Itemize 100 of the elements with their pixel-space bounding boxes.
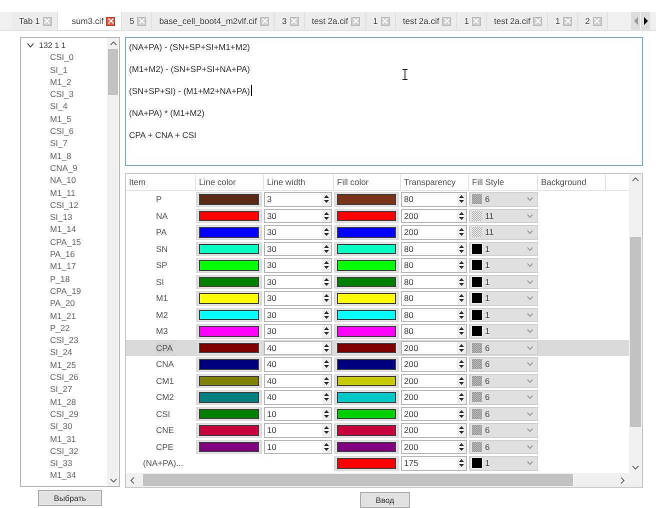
scroll-down-icon[interactable] (110, 478, 116, 483)
tree-item[interactable]: CSI_26 (21, 371, 107, 384)
tree-item[interactable]: M1_5 (21, 112, 107, 126)
fill-style-dropdown[interactable]: 1 (469, 308, 538, 322)
color-cell[interactable] (334, 242, 399, 256)
tree-item[interactable]: SI_27 (21, 383, 107, 396)
spin-field[interactable]: 40 (264, 374, 332, 388)
spinner-icon[interactable] (322, 391, 331, 404)
spin-field[interactable]: 40 (264, 390, 332, 404)
document-tab[interactable]: 1 (366, 12, 396, 30)
tree-item[interactable]: SI_33 (21, 457, 107, 470)
tree-item[interactable]: M1_21 (21, 310, 107, 322)
fill-style-dropdown[interactable]: 1 (469, 242, 538, 256)
spinner-icon[interactable] (457, 424, 466, 436)
spinner-icon[interactable] (457, 193, 466, 206)
tree-item[interactable]: SI_13 (21, 211, 107, 224)
column-header[interactable]: Transparency (401, 174, 469, 190)
tree-item[interactable]: M1_17 (21, 260, 107, 273)
table-row[interactable]: CNA 40 200 6 (126, 356, 629, 372)
spin-field[interactable]: 200 (401, 390, 467, 404)
spin-field[interactable]: 3 (264, 192, 332, 206)
table-row[interactable]: SN 30 80 1 (126, 240, 629, 257)
scrollbar[interactable] (126, 473, 629, 487)
column-header[interactable]: Line width (264, 174, 334, 190)
select-button[interactable]: Выбрать (38, 490, 102, 506)
spin-field[interactable]: 40 (264, 340, 332, 355)
color-cell[interactable] (334, 258, 399, 272)
tree-item[interactable]: SI_4 (21, 100, 107, 113)
table-row[interactable]: CNE 10 200 6 (126, 422, 629, 438)
table-row[interactable]: M2 30 80 1 (126, 306, 629, 323)
table-row[interactable]: P 3 80 6 (126, 191, 629, 208)
tree-item[interactable]: M1_25 (21, 358, 107, 372)
spin-field[interactable]: 30 (264, 324, 332, 338)
table-row[interactable]: CM1 40 200 6 (126, 372, 629, 389)
table-row[interactable]: M1 30 80 1 (126, 290, 629, 306)
spin-field[interactable]: 200 (401, 374, 467, 388)
spin-field[interactable]: 10 (264, 440, 332, 454)
color-cell[interactable] (334, 274, 399, 289)
color-cell[interactable] (196, 242, 262, 256)
tree-item[interactable]: CSI_29 (21, 408, 107, 420)
scrollbar[interactable] (107, 38, 119, 486)
spinner-icon[interactable] (457, 391, 466, 404)
spinner-icon[interactable] (457, 358, 466, 370)
spinner-icon[interactable] (457, 242, 466, 255)
table-row[interactable]: PA 30 200 11 (126, 224, 629, 240)
color-cell[interactable] (196, 291, 262, 306)
color-cell[interactable] (334, 390, 399, 404)
fill-style-dropdown[interactable]: 6 (469, 374, 538, 388)
color-cell[interactable] (196, 225, 262, 240)
table-row[interactable]: (NA+PA)... 175 1 (126, 455, 629, 472)
spin-field[interactable]: 200 (401, 406, 467, 421)
color-cell[interactable] (334, 324, 399, 338)
spin-field[interactable]: 30 (264, 274, 332, 289)
column-header[interactable]: Fill color (334, 174, 401, 190)
table-row[interactable]: M3 30 80 1 (126, 323, 629, 340)
tree-item[interactable]: CPA_19 (21, 284, 107, 298)
spin-field[interactable]: 200 (401, 423, 467, 438)
tree-item[interactable]: M1_31 (21, 432, 107, 445)
spinner-icon[interactable] (322, 408, 331, 420)
tree-item[interactable]: CNA_9 (21, 162, 107, 174)
fill-style-dropdown[interactable]: 1 (469, 274, 538, 289)
spinner-icon[interactable] (457, 226, 466, 238)
scroll-left-icon[interactable] (130, 476, 135, 484)
spin-field[interactable]: 40 (264, 357, 332, 372)
spin-field[interactable]: 80 (401, 242, 467, 256)
table-row[interactable]: SI 30 80 1 (126, 274, 629, 290)
color-cell[interactable] (334, 340, 399, 355)
color-cell[interactable] (334, 291, 399, 306)
spinner-icon[interactable] (457, 210, 466, 222)
spinner-icon[interactable] (322, 308, 331, 321)
color-cell[interactable] (196, 274, 262, 289)
color-cell[interactable] (334, 423, 399, 438)
table-row[interactable]: SP 30 80 1 (126, 257, 629, 274)
spinner-icon[interactable] (457, 440, 466, 453)
spin-field[interactable]: 175 (401, 456, 467, 470)
color-cell[interactable] (334, 440, 399, 454)
spinner-icon[interactable] (457, 342, 466, 354)
spin-field[interactable]: 200 (401, 340, 467, 355)
color-cell[interactable] (334, 374, 399, 388)
spin-field[interactable]: 30 (264, 291, 332, 306)
scroll-thumb[interactable] (630, 237, 641, 427)
color-cell[interactable] (196, 324, 262, 338)
color-cell[interactable] (196, 390, 262, 404)
spinner-icon[interactable] (322, 292, 331, 304)
expand-icon[interactable] (27, 42, 34, 48)
document-tab[interactable]: 1 (457, 12, 487, 30)
spinner-icon[interactable] (322, 342, 331, 354)
spin-field[interactable]: 80 (401, 192, 467, 206)
tree-item[interactable]: PA_20 (21, 297, 107, 310)
color-cell[interactable] (196, 423, 262, 438)
table-row[interactable]: CPE 10 200 6 (126, 438, 629, 455)
document-tab[interactable]: test 2a.cif (304, 12, 366, 30)
tree-item[interactable]: P_22 (21, 322, 107, 334)
document-tab[interactable]: base_cell_boot4_m2vlf.cif (152, 12, 275, 30)
color-cell[interactable] (196, 374, 262, 388)
tree-item[interactable]: CSI_32 (21, 444, 107, 458)
formula-editor[interactable]: (NA+PA) - (SN+SP+SI+M1+M2) (M1+M2) - (SN+SP+SI+NA+PA) (SN+SP+SI) - (M1+M2+NA+PA) (NA+PA) * (M1+M2) CPA + CNA + CSI (125, 37, 643, 166)
scroll-down-icon[interactable] (632, 465, 639, 470)
fill-style-dropdown[interactable]: 6 (469, 406, 538, 421)
spin-field[interactable]: 80 (401, 291, 467, 306)
